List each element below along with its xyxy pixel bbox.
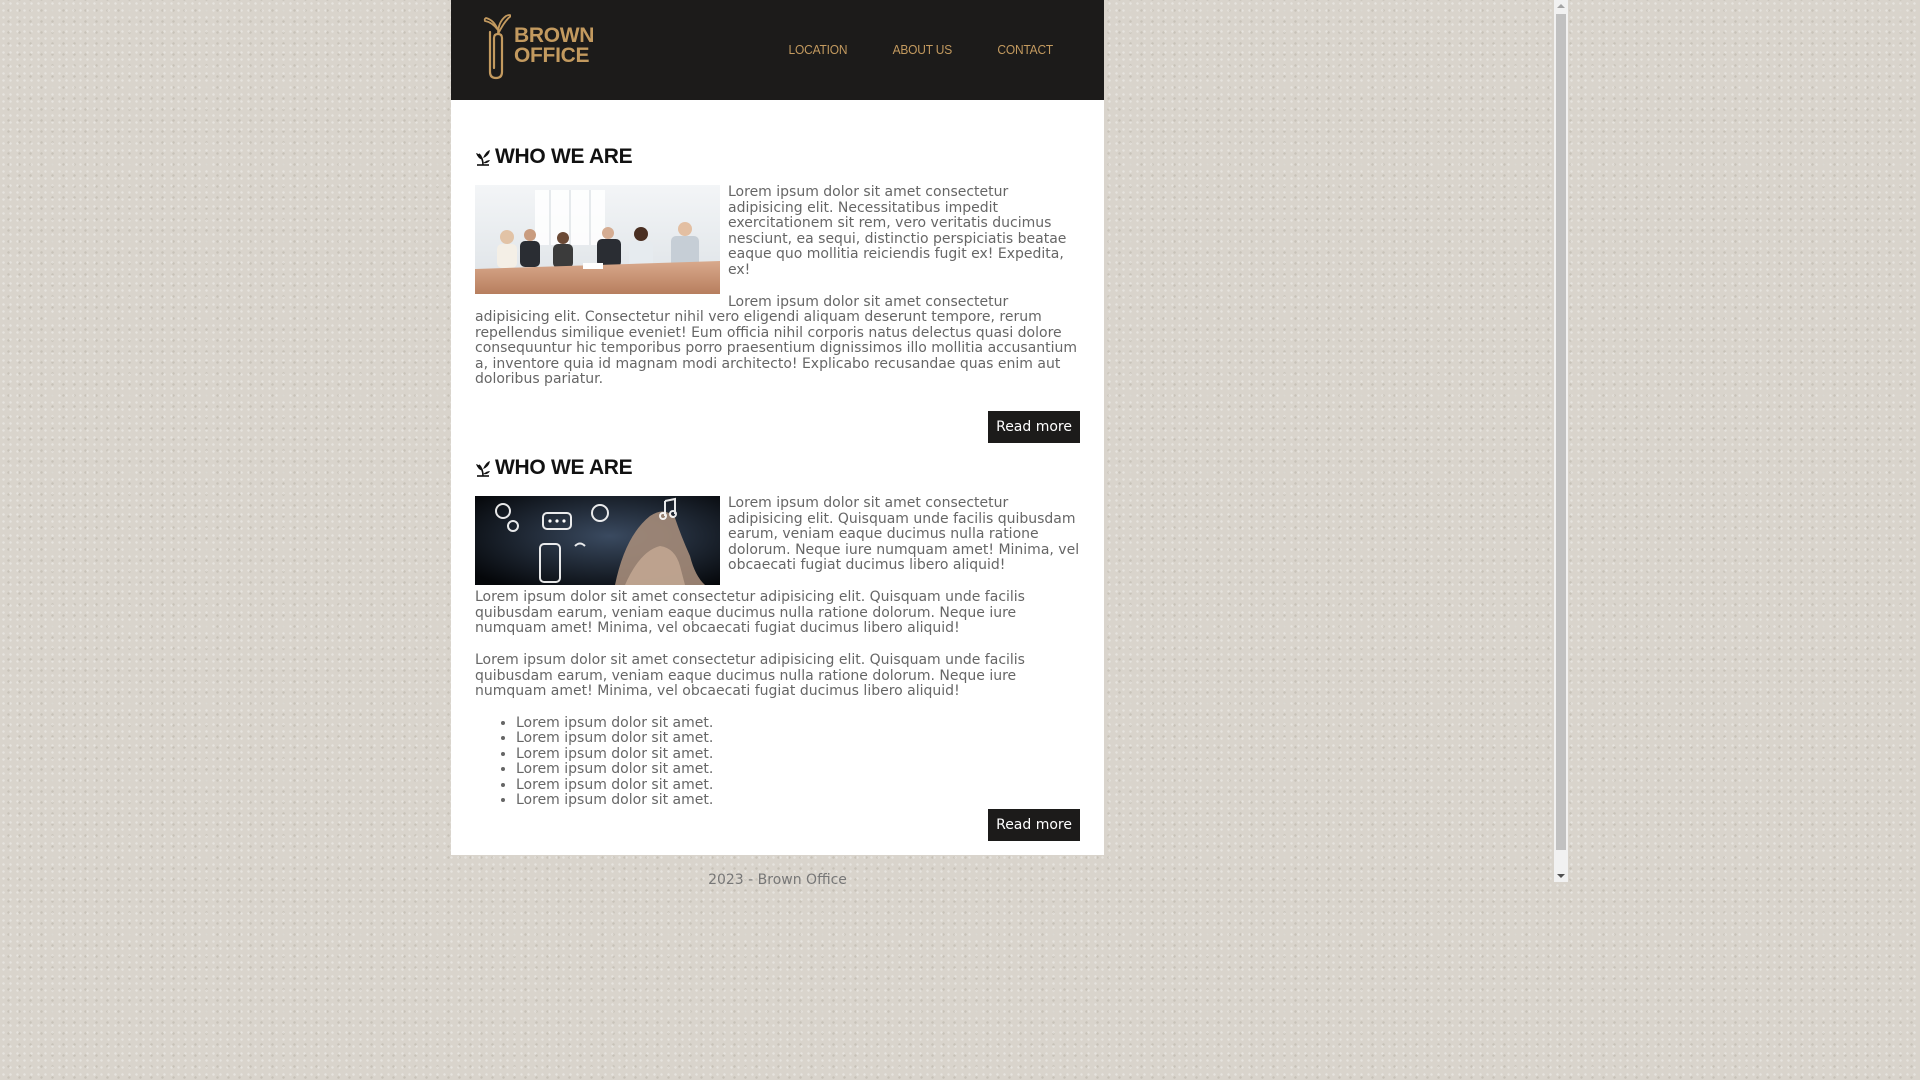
nav-link-contact[interactable]: CONTACT: [997, 42, 1053, 57]
main-content: WHO WE ARE Lorem ipsum dolor sit amet co…: [451, 100, 1104, 855]
paperclip-sprout-icon: [483, 14, 511, 80]
list-item: Lorem ipsum dolor sit amet.: [516, 777, 1080, 794]
main-nav: LOCATION ABOUT US CONTACT: [786, 42, 1055, 57]
scroll-up-icon[interactable]: [1557, 4, 1565, 8]
button-row: Read more: [475, 808, 1080, 841]
list-item: Lorem ipsum dolor sit amet.: [516, 792, 1080, 809]
nav-link-about-us[interactable]: ABOUT US: [892, 42, 952, 57]
read-more-button[interactable]: Read more: [988, 808, 1080, 841]
article-body: Lorem ipsum dolor sit amet consectetur a…: [475, 496, 1080, 809]
button-row: Read more: [475, 411, 1080, 443]
list-item: Lorem ipsum dolor sit amet.: [516, 715, 1080, 732]
article-body: Lorem ipsum dolor sit amet consectetur a…: [475, 185, 1080, 404]
list-item: Lorem ipsum dolor sit amet.: [516, 761, 1080, 778]
site-header: BROWN OFFICE LOCATION ABOUT US CONTACT: [451, 0, 1104, 100]
team-meeting-photo: [475, 185, 720, 294]
scrollbar-thumb[interactable]: [1556, 14, 1566, 850]
paragraph: Lorem ipsum dolor sit amet consectetur a…: [475, 293, 1078, 387]
page-scrollbar[interactable]: [1554, 0, 1568, 882]
brand-name: BROWN OFFICE: [514, 24, 595, 67]
section-who-we-are-2: WHO WE ARE Lorem ipsum dolor sit amet co…: [475, 456, 1080, 841]
sprout-icon: [476, 461, 490, 477]
brand-name-line2: OFFICE: [514, 44, 590, 67]
page-container: BROWN OFFICE LOCATION ABOUT US CONTACT W…: [451, 0, 1104, 855]
section-who-we-are-1: WHO WE ARE Lorem ipsum dolor sit amet co…: [475, 145, 1080, 443]
bullet-list: Lorem ipsum dolor sit amet. Lorem ipsum …: [475, 715, 1080, 809]
digital-hand-photo: [475, 496, 720, 585]
scroll-down-icon[interactable]: [1557, 874, 1565, 878]
brand-name-line1: BROWN: [514, 24, 595, 47]
brand-logo[interactable]: BROWN OFFICE: [481, 10, 594, 82]
paragraph: Lorem ipsum dolor sit amet consectetur a…: [475, 589, 1025, 636]
section-title-text: WHO WE ARE: [495, 456, 633, 479]
site-footer: 2023 - Brown Office: [451, 872, 1104, 888]
footer-text: 2023 - Brown Office: [708, 872, 847, 888]
section-title-text: WHO WE ARE: [495, 145, 633, 168]
read-more-button[interactable]: Read more: [988, 411, 1080, 443]
sprout-icon: [476, 150, 490, 166]
section-title: WHO WE ARE: [475, 456, 1080, 479]
list-item: Lorem ipsum dolor sit amet.: [516, 730, 1080, 747]
paragraph: Lorem ipsum dolor sit amet consectetur a…: [475, 652, 1025, 699]
list-item: Lorem ipsum dolor sit amet.: [516, 746, 1080, 763]
nav-link-location[interactable]: LOCATION: [789, 42, 848, 57]
section-title: WHO WE ARE: [475, 145, 1080, 168]
